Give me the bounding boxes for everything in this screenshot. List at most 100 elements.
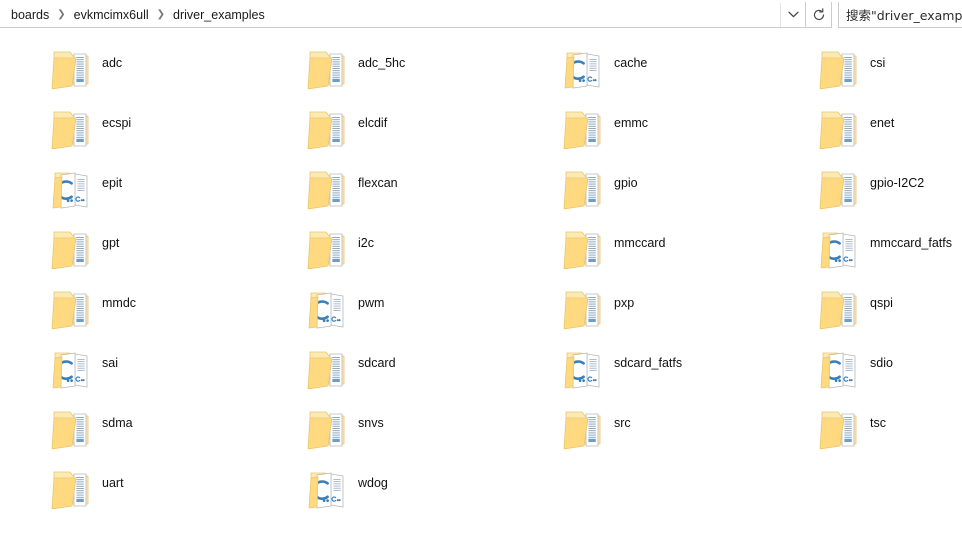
folder-item-label: sdio (870, 356, 893, 370)
folder-item[interactable]: sai (50, 340, 290, 400)
folder-doc-icon (818, 402, 862, 454)
explorer-toolbar: boards ❯ evkmcimx6ull ❯ driver_examples 搜索"d… (0, 0, 962, 31)
folder-c-icon (562, 42, 606, 94)
folder-doc-icon (50, 102, 94, 154)
address-bar[interactable]: boards ❯ evkmcimx6ull ❯ driver_examples (0, 2, 806, 28)
folder-doc-icon (562, 222, 606, 274)
folder-doc-icon (50, 42, 94, 94)
folder-item[interactable]: elcdif (306, 100, 546, 160)
folder-item[interactable]: cache (562, 40, 802, 100)
folder-item[interactable]: ecspi (50, 100, 290, 160)
folder-doc-icon (50, 282, 94, 334)
folder-doc-icon (50, 222, 94, 274)
folder-item[interactable]: snvs (306, 400, 546, 460)
folder-item-label: mmccard_fatfs (870, 236, 952, 250)
folder-c-icon (306, 282, 350, 334)
folder-item-label: sdcard (358, 356, 396, 370)
folder-item-label: mmccard (614, 236, 666, 250)
folder-item[interactable]: mmdc (50, 280, 290, 340)
folder-item[interactable]: src (562, 400, 802, 460)
folder-doc-icon (562, 402, 606, 454)
breadcrumb-item-driver_examples[interactable]: driver_examples (168, 4, 270, 26)
folder-item[interactable]: tsc (818, 400, 962, 460)
folder-item[interactable]: pwm (306, 280, 546, 340)
folder-doc-icon (562, 282, 606, 334)
folder-item[interactable]: sdio (818, 340, 962, 400)
folder-doc-icon (306, 102, 350, 154)
folder-item-label: sdcard_fatfs (614, 356, 683, 370)
folder-item[interactable]: pxp (562, 280, 802, 340)
folder-item-label: flexcan (358, 176, 398, 190)
breadcrumb-separator-icon: ❯ (57, 8, 66, 20)
folder-item-label: emmc (614, 116, 649, 130)
folder-item[interactable]: uart (50, 460, 290, 520)
folder-item-label: sai (102, 356, 118, 370)
breadcrumb-separator-icon: ❯ (156, 8, 166, 20)
folder-item-label: adc_5hc (358, 56, 406, 70)
folder-item-label: src (614, 416, 631, 430)
folder-item[interactable]: epit (50, 160, 290, 220)
folder-item-label: gpio (614, 176, 638, 190)
folder-item-label: gpt (102, 236, 120, 250)
folder-item-label: enet (870, 116, 895, 130)
folder-item[interactable]: enet (818, 100, 962, 160)
folder-item-label: epit (102, 176, 123, 190)
folder-item-label: pwm (358, 296, 385, 310)
folder-item[interactable]: flexcan (306, 160, 546, 220)
folder-item-label: adc (102, 56, 123, 70)
folder-item-label: i2c (358, 236, 374, 250)
folder-item-label: uart (102, 476, 124, 490)
folder-item-label: qspi (870, 296, 893, 310)
file-list-view[interactable]: adc adc_5hc cache csi ecspi elcdif emmc enet epi… (0, 31, 962, 547)
folder-item[interactable]: gpio (562, 160, 802, 220)
folder-c-icon (306, 462, 350, 514)
folder-item[interactable]: gpt (50, 220, 290, 280)
folder-item[interactable]: qspi (818, 280, 962, 340)
breadcrumb-item-evkmcimx6ull[interactable]: evkmcimx6ull (69, 4, 154, 26)
folder-item-label: gpio-I2C2 (870, 176, 925, 190)
folder-doc-icon (818, 42, 862, 94)
folder-doc-icon (818, 282, 862, 334)
folder-doc-icon (562, 102, 606, 154)
folder-item[interactable]: csi (818, 40, 962, 100)
folder-doc-icon (818, 102, 862, 154)
folder-item-label: pxp (614, 296, 635, 310)
folder-item-label: mmdc (102, 296, 137, 310)
folder-item[interactable]: sdcard_fatfs (562, 340, 802, 400)
folder-c-icon (50, 162, 94, 214)
folder-doc-icon (306, 222, 350, 274)
folder-doc-icon (50, 402, 94, 454)
folder-item[interactable]: i2c (306, 220, 546, 280)
refresh-button[interactable] (806, 2, 832, 28)
folder-c-icon (818, 222, 862, 274)
folder-item[interactable]: mmccard (562, 220, 802, 280)
folder-doc-icon (306, 402, 350, 454)
folder-item[interactable]: gpio-I2C2 (818, 160, 962, 220)
folder-item[interactable]: wdog (306, 460, 546, 520)
folder-c-icon (50, 342, 94, 394)
folder-doc-icon (50, 462, 94, 514)
folder-item-label: snvs (358, 416, 384, 430)
folder-item-label: cache (614, 56, 648, 70)
search-placeholder: 搜索"driver_example (846, 8, 962, 23)
folder-item[interactable]: emmc (562, 100, 802, 160)
folder-doc-icon (562, 162, 606, 214)
folder-item[interactable]: sdcard (306, 340, 546, 400)
breadcrumb-item-boards[interactable]: boards (6, 4, 54, 26)
breadcrumb[interactable]: boards ❯ evkmcimx6ull ❯ driver_examples (0, 3, 780, 27)
folder-doc-icon (306, 162, 350, 214)
folder-item-label: ecspi (102, 116, 132, 130)
folder-doc-icon (306, 42, 350, 94)
folder-item[interactable]: sdma (50, 400, 290, 460)
chevron-down-icon[interactable] (780, 2, 805, 27)
folder-item-label: tsc (870, 416, 886, 430)
folder-item[interactable]: adc (50, 40, 290, 100)
refresh-icon (812, 7, 826, 22)
search-input[interactable]: 搜索"driver_example (838, 2, 962, 28)
folder-doc-icon (818, 162, 862, 214)
folder-item-label: csi (870, 56, 886, 70)
folder-item[interactable]: adc_5hc (306, 40, 546, 100)
folder-c-icon (562, 342, 606, 394)
folder-doc-icon (306, 342, 350, 394)
folder-item[interactable]: mmccard_fatfs (818, 220, 962, 280)
